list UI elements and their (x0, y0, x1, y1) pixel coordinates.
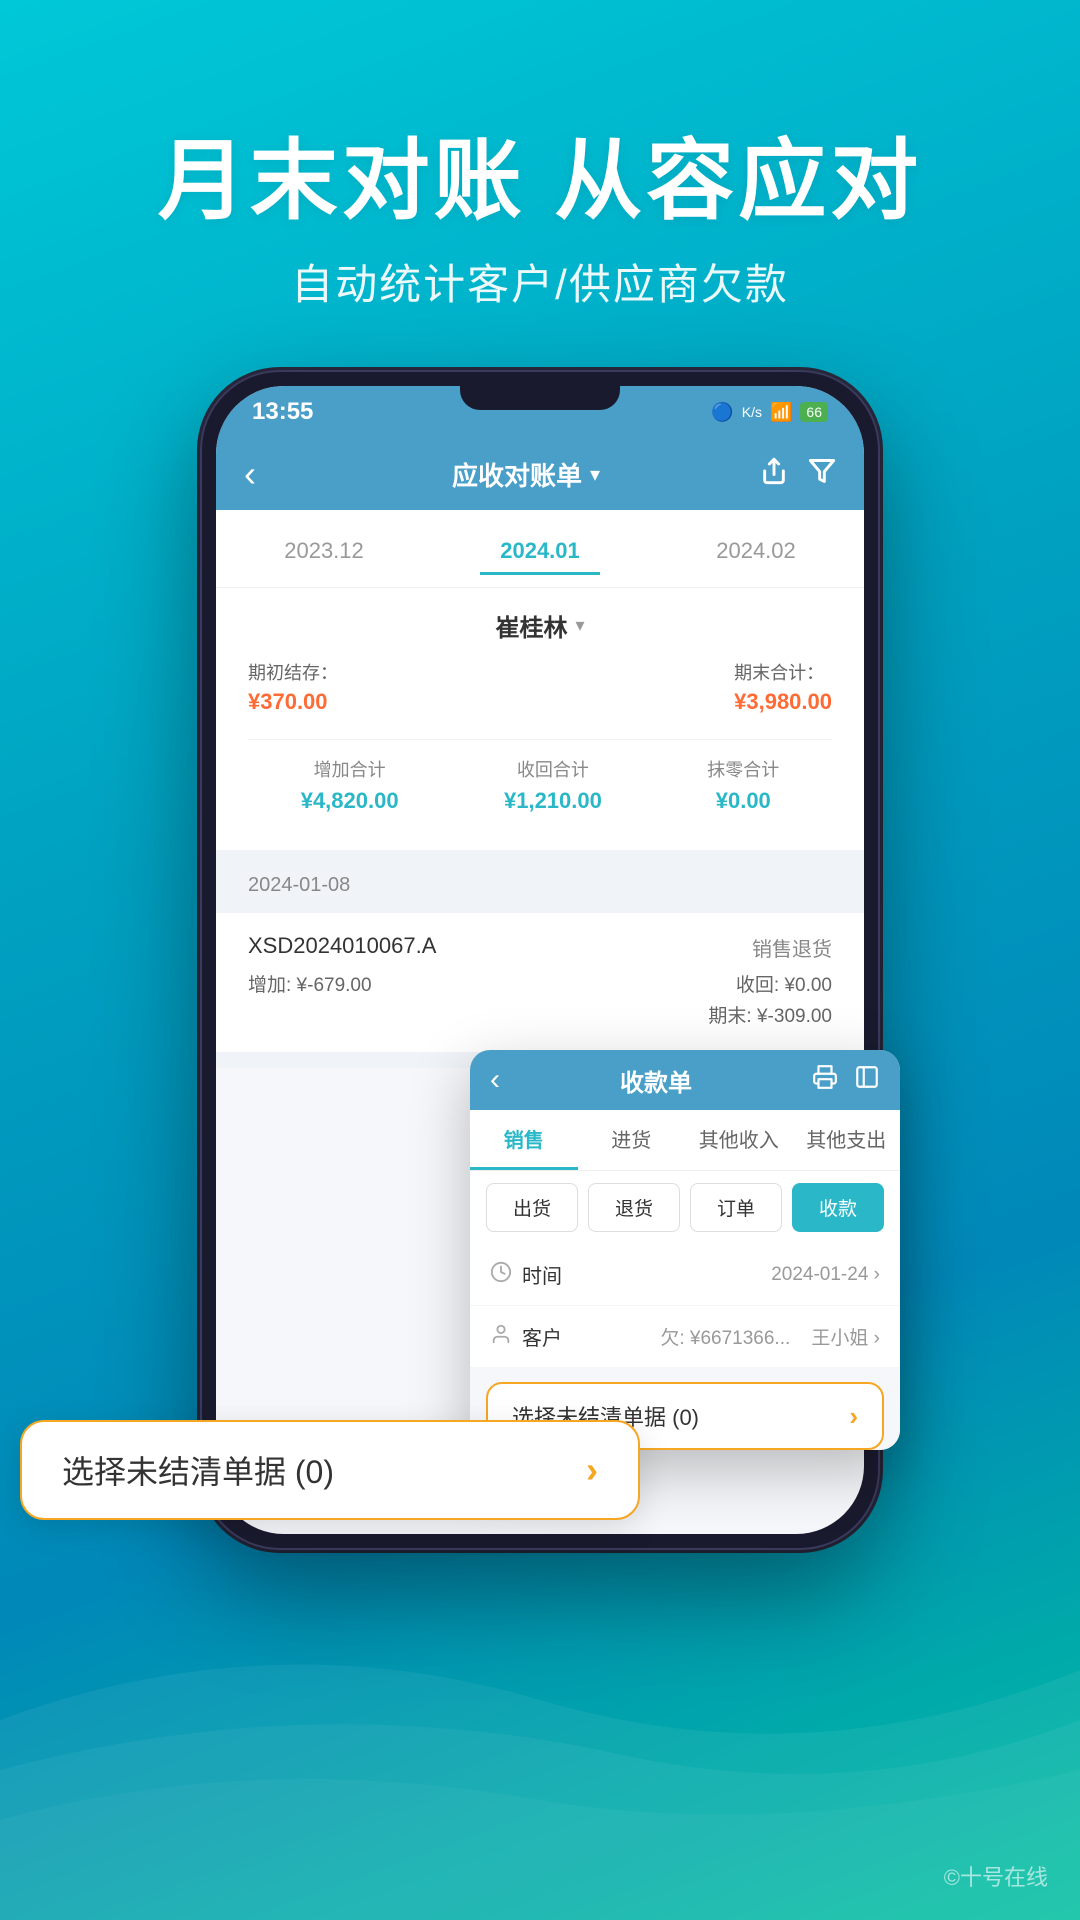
app-header: ‹ 应收对账单 ▾ (216, 438, 864, 510)
hero-subtitle: 自动统计客户/供应商欠款 (0, 251, 1080, 312)
print-icon[interactable] (812, 1064, 838, 1096)
unsettled-inner-arrow: › (849, 1401, 858, 1432)
signal-text: K/s (742, 404, 762, 420)
header-title-dropdown-icon[interactable]: ▾ (590, 462, 600, 487)
closing-total-amount: ¥3,980.00 (734, 689, 832, 715)
transaction-date-header: 2024-01-08 (216, 862, 864, 909)
transaction-details: 增加: ¥-679.00 收回: ¥0.00 期末: ¥-309.00 (248, 970, 832, 1032)
time-row[interactable]: 时间 2024-01-24 › (470, 1244, 900, 1306)
increase-total-value: ¥4,820.00 (301, 788, 399, 814)
customer-dropdown-icon[interactable]: ▾ (575, 615, 584, 636)
recovery-total: 收回合计 ¥1,210.00 (504, 756, 602, 814)
filter-icon[interactable] (808, 457, 836, 492)
action-buttons-row: 出货 退货 订单 收款 (470, 1171, 900, 1244)
summary-row: 期初结存： ¥370.00 期末合计： ¥3,980.00 (248, 659, 832, 715)
transaction-section: 2024-01-08 XSD2024010067.A 销售退货 增加: ¥-67… (216, 850, 864, 1068)
overlay-card: ‹ 收款单 销售 (470, 1050, 900, 1450)
closing-total: 期末合计： ¥3,980.00 (734, 659, 832, 715)
transaction-header: XSD2024010067.A 销售退货 (248, 933, 832, 962)
customer-name-row: 崔桂林 ▾ (248, 608, 832, 643)
opening-balance-label: 期初结存： (248, 659, 338, 685)
status-icons: 🔵 K/s 📶 66 (711, 402, 828, 423)
header-title-area: 应收对账单 ▾ (452, 456, 600, 493)
date-tab-2024-01[interactable]: 2024.01 (480, 530, 600, 575)
hero-section: 月末对账 从容应对 自动统计客户/供应商欠款 (0, 0, 1080, 372)
customer-card: 崔桂林 ▾ 期初结存： ¥370.00 期末合计： ¥3,980.00 (216, 588, 864, 850)
opening-balance-amount: ¥370.00 (248, 689, 338, 715)
roundoff-total: 抹零合计 ¥0.00 (707, 756, 779, 814)
customer-row-label: 客户 (490, 1322, 562, 1351)
customer-row-label-text: 客户 (522, 1322, 562, 1351)
share-icon[interactable] (760, 457, 788, 492)
bluetooth-icon: 🔵 (711, 402, 733, 423)
customer-name: 崔桂林 (495, 608, 567, 643)
transaction-id: XSD2024010067.A (248, 933, 436, 962)
transaction-type: 销售退货 (752, 933, 832, 962)
unsettled-banner-arrow: › (586, 1449, 598, 1491)
transaction-card[interactable]: XSD2024010067.A 销售退货 增加: ¥-679.00 收回: ¥0… (216, 913, 864, 1052)
btn-order[interactable]: 订单 (690, 1183, 782, 1232)
recovery-total-label: 收回合计 (504, 756, 602, 782)
wifi-icon: 📶 (770, 402, 792, 423)
btn-return[interactable]: 退货 (588, 1183, 680, 1232)
unsettled-banner-text: 选择未结清单据 (0) (62, 1447, 334, 1493)
transaction-period-end: 期末: ¥-309.00 (708, 1001, 832, 1028)
date-tabs: 2023.12 2024.01 2024.02 (216, 510, 864, 588)
roundoff-total-value: ¥0.00 (707, 788, 779, 814)
phone-mockup: 13:55 🔵 K/s 📶 66 ‹ 应收对账单 ▾ (200, 370, 880, 1550)
transaction-recovery: 收回: ¥0.00 (708, 970, 832, 997)
recovery-total-value: ¥1,210.00 (504, 788, 602, 814)
header-title: 应收对账单 (452, 456, 582, 493)
tab-other-expense[interactable]: 其他支出 (793, 1110, 901, 1170)
btn-outgoing[interactable]: 出货 (486, 1183, 578, 1232)
customer-icon (490, 1323, 512, 1351)
transaction-right: 收回: ¥0.00 期末: ¥-309.00 (708, 970, 832, 1032)
tab-other-income[interactable]: 其他收入 (685, 1110, 793, 1170)
back-button[interactable]: ‹ (244, 453, 292, 495)
header-actions (760, 457, 836, 492)
overlay-header-icons (812, 1064, 880, 1096)
stats-row: 增加合计 ¥4,820.00 收回合计 ¥1,210.00 抹零合计 ¥0.00 (248, 739, 832, 830)
time-value: 2024-01-24 › (771, 1264, 880, 1286)
overlay-sub-tabs: 销售 进货 其他收入 其他支出 (470, 1110, 900, 1171)
unsettled-banner[interactable]: 选择未结清单据 (0) › (20, 1420, 640, 1520)
date-tab-2024-02[interactable]: 2024.02 (696, 530, 816, 575)
time-icon (490, 1261, 512, 1289)
time-label: 时间 (490, 1260, 562, 1289)
tab-sales[interactable]: 销售 (470, 1110, 578, 1170)
tab-purchase[interactable]: 进货 (578, 1110, 686, 1170)
list-icon[interactable] (854, 1064, 880, 1096)
hero-title: 月末对账 从容应对 (0, 130, 1080, 231)
closing-total-label: 期末合计： (734, 659, 832, 685)
roundoff-total-label: 抹零合计 (707, 756, 779, 782)
btn-payment[interactable]: 收款 (792, 1183, 884, 1232)
opening-balance: 期初结存： ¥370.00 (248, 659, 338, 715)
date-tab-2023-12[interactable]: 2023.12 (264, 530, 384, 575)
overlay-back-button[interactable]: ‹ (490, 1063, 500, 1097)
customer-row-value: 欠: ¥6671366... 王小姐 › (660, 1323, 880, 1350)
time-label-text: 时间 (522, 1260, 562, 1289)
customer-row[interactable]: 客户 欠: ¥6671366... 王小姐 › (470, 1306, 900, 1368)
status-time: 13:55 (252, 398, 313, 426)
increase-total-label: 增加合计 (301, 756, 399, 782)
overlay-header: ‹ 收款单 (470, 1050, 900, 1110)
watermark: ©十号在线 (944, 1860, 1048, 1892)
increase-total: 增加合计 ¥4,820.00 (301, 756, 399, 814)
transaction-increase: 增加: ¥-679.00 (248, 970, 372, 1032)
battery-icon: 66 (800, 402, 828, 422)
phone-notch (460, 386, 620, 410)
overlay-title: 收款单 (620, 1063, 692, 1098)
